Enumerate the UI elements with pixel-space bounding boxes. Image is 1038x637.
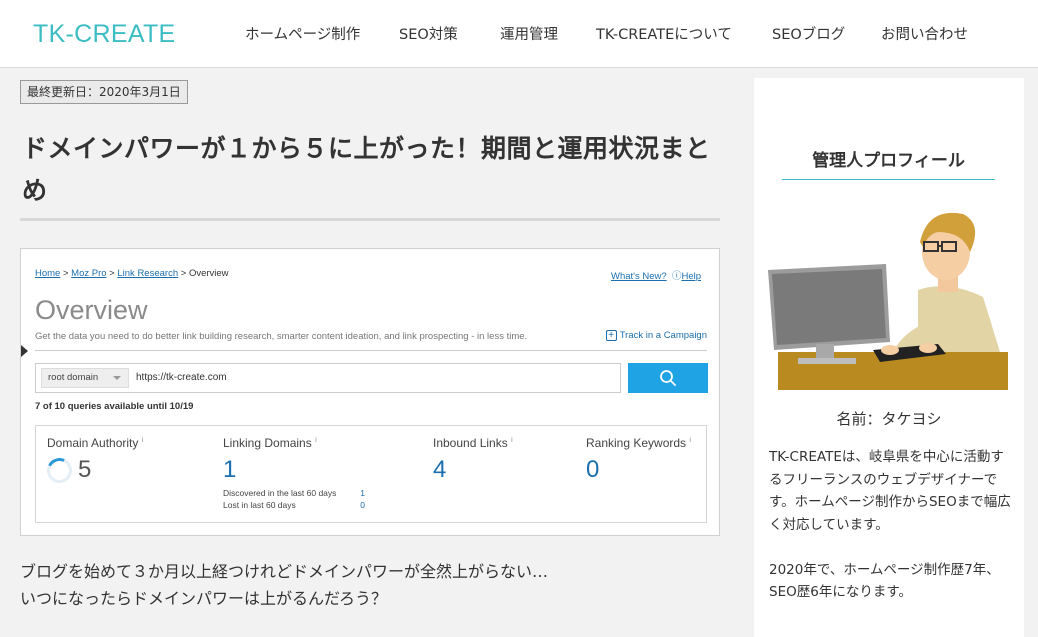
track-campaign-label: Track in a Campaign — [619, 330, 707, 341]
lost-row: Lost in last 60 days 0 — [223, 500, 365, 510]
domain-type-value: root domain — [48, 372, 99, 383]
article-title: ドメインパワーが１から５に上がった！期間と運用状況まとめ — [22, 134, 711, 205]
search-icon — [660, 370, 676, 386]
discovered-row: Discovered in the last 60 days 1 — [223, 488, 365, 498]
nav-item-operation[interactable]: 運用管理 — [500, 23, 558, 44]
discovered-value[interactable]: 1 — [360, 488, 365, 498]
plus-icon: + — [605, 330, 617, 341]
nav-item-homepage[interactable]: ホームページ制作 — [245, 23, 360, 44]
bio-paragraph: 2020年で、ホームページ制作歴7年、SEO歴6年になります。 — [769, 561, 1000, 601]
metric-inbound-links: Inbound Links i 4 — [433, 436, 513, 484]
discovered-label: Discovered in the last 60 days — [223, 488, 337, 498]
metric-label: Ranking Keywords — [586, 436, 687, 450]
breadcrumb-moz-pro[interactable]: Moz Pro — [71, 268, 106, 279]
moz-breadcrumb: Home > Moz Pro > Link Research > Overvie… — [35, 268, 229, 279]
moz-page-subtitle: Get the data you need to do better link … — [35, 331, 528, 342]
profile-sidebar: 管理人プロフィール 名前：タケヨシ TK-CREATEは、岐阜県を中心に活動する… — [754, 78, 1024, 637]
moz-header-divider — [35, 350, 707, 351]
lost-value[interactable]: 0 — [360, 500, 365, 510]
metric-domain-authority: Domain Authority i 5 — [43, 436, 144, 487]
url-input[interactable]: https://tk-create.com — [136, 372, 227, 383]
metric-label: Domain Authority — [47, 436, 139, 450]
domain-type-select[interactable]: root domain — [41, 368, 129, 388]
metric-value[interactable]: 0 — [586, 456, 691, 484]
profile-name: 名前：タケヨシ — [836, 410, 942, 428]
info-icon[interactable]: i — [142, 437, 144, 444]
nav-item-contact[interactable]: お問い合わせ — [881, 23, 968, 44]
help-link[interactable]: Help — [681, 271, 701, 282]
info-icon[interactable]: i — [511, 437, 513, 444]
track-campaign-link[interactable]: + Track in a Campaign — [605, 330, 707, 341]
title-divider — [20, 218, 720, 221]
authority-gauge-icon — [43, 454, 76, 487]
moz-search-bar: root domain https://tk-create.com — [35, 363, 621, 393]
metric-label: Linking Domains — [223, 436, 312, 450]
metrics-panel: Domain Authority i 5 Linking Domains i 1… — [35, 425, 707, 523]
info-icon[interactable]: i — [315, 437, 317, 444]
nav-item-seo[interactable]: SEO対策 — [399, 23, 458, 44]
bio-paragraph: TK-CREATEは、岐阜県を中心に活動するフリーランスのウェブデザイナーです。… — [769, 449, 1011, 533]
search-button[interactable] — [628, 363, 708, 393]
intro-line: いつになったらドメインパワーは上がるんだろう？ — [20, 589, 388, 608]
profile-bio: TK-CREATEは、岐阜県を中心に活動するフリーランスのウェブデザイナーです。… — [769, 446, 1014, 626]
info-icon[interactable]: i — [689, 437, 691, 444]
intro-line: ブログを始めて３か月以上経つけれどドメインパワーが全然上がらない… — [20, 562, 549, 581]
lost-label: Lost in last 60 days — [223, 500, 296, 510]
chevron-down-icon — [113, 376, 121, 380]
breadcrumb-link-research[interactable]: Link Research — [117, 268, 178, 279]
metric-ranking-keywords: Ranking Keywords i 0 — [586, 436, 691, 484]
metric-linking-domains: Linking Domains i 1 Discovered in the la… — [223, 436, 365, 510]
site-header: TK-CREATE ホームページ制作 SEO対策 運用管理 TK-CREATEに… — [0, 0, 1038, 68]
metric-value[interactable]: 4 — [433, 456, 513, 484]
moz-help-links: What's New? ⓘHelp — [611, 268, 701, 282]
moz-overview-screenshot: Home > Moz Pro > Link Research > Overvie… — [20, 248, 720, 536]
updated-date-badge: 最終更新日：2020年3月1日 — [20, 80, 188, 104]
moz-page-title: Overview — [35, 295, 148, 325]
whats-new-link[interactable]: What's New? — [611, 271, 667, 282]
carousel-arrow-icon — [21, 345, 28, 357]
site-logo[interactable]: TK-CREATE — [33, 20, 176, 49]
metric-value[interactable]: 1 — [223, 456, 365, 484]
breadcrumb-home[interactable]: Home — [35, 268, 60, 279]
profile-heading: 管理人プロフィール — [782, 146, 995, 180]
nav-item-about[interactable]: TK-CREATEについて — [596, 23, 732, 44]
profile-avatar-illustration — [768, 212, 1008, 390]
nav-item-blog[interactable]: SEOブログ — [772, 23, 845, 44]
article-intro: ブログを始めて３か月以上経つけれどドメインパワーが全然上がらない… いつになった… — [20, 558, 720, 612]
metric-label: Inbound Links — [433, 436, 508, 450]
metric-value: 5 — [78, 456, 92, 483]
queries-remaining: 7 of 10 queries available until 10/19 — [35, 401, 194, 412]
breadcrumb-current: Overview — [188, 268, 229, 279]
